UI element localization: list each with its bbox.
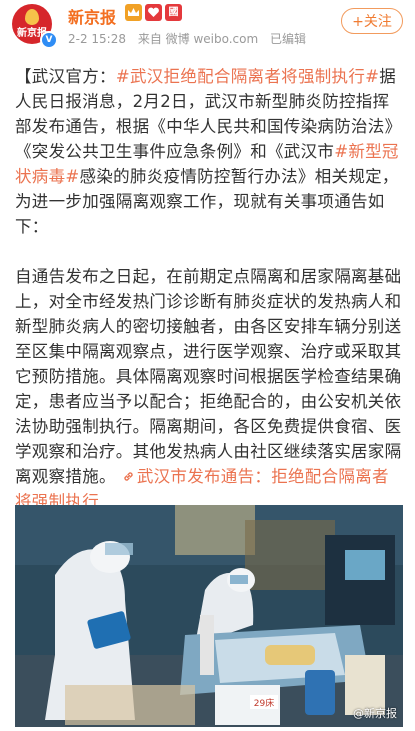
crown-icon[interactable]: [125, 4, 142, 21]
link-icon: [124, 472, 133, 481]
ward-photo-illustration: 29床: [15, 505, 403, 727]
verified-icon: V: [40, 31, 58, 49]
post-header: 新京报 V 新京报 國 2-2 15:28 来自 微博 weibo.com 已编…: [0, 0, 415, 52]
user-badges: 國: [125, 4, 182, 22]
paragraph-intro: 【武汉官方：#武汉拒绝配合隔离者将强制执行#据人民日报消息，2月2日，武汉市新型…: [15, 64, 403, 239]
post-meta: 2-2 15:28 来自 微博 weibo.com 已编辑: [68, 30, 314, 47]
paragraph-notice: 自通告发布之日起，在前期定点隔离和居家隔离基础上，对全市经发热门诊诊断有肺炎症状…: [15, 264, 403, 514]
follow-button[interactable]: +关注: [341, 8, 403, 34]
author-name[interactable]: 新京报: [68, 4, 116, 28]
post-source[interactable]: 来自 微博 weibo.com: [138, 32, 258, 46]
photo-watermark: @新京报: [353, 707, 397, 720]
edited-label: 已编辑: [270, 32, 307, 46]
title-hashtag[interactable]: #武汉拒绝配合隔离者将强制执行#: [116, 67, 379, 86]
post-date[interactable]: 2-2 15:28: [68, 32, 126, 46]
post-content: 【武汉官方：#武汉拒绝配合隔离者将强制执行#据人民日报消息，2月2日，武汉市新型…: [15, 64, 403, 514]
lead-text: 【武汉官方：: [15, 67, 116, 86]
bed-sign: 29床: [254, 697, 274, 709]
notice-text: 自通告发布之日起，在前期定点隔离和居家隔离基础上，对全市经发热门诊诊断有肺炎症状…: [15, 267, 402, 486]
post-photo[interactable]: 29床 @新京报: [15, 505, 403, 727]
flame-logo-icon: [25, 9, 39, 25]
level-icon[interactable]: 國: [165, 4, 182, 21]
heart-icon[interactable]: [145, 4, 162, 21]
